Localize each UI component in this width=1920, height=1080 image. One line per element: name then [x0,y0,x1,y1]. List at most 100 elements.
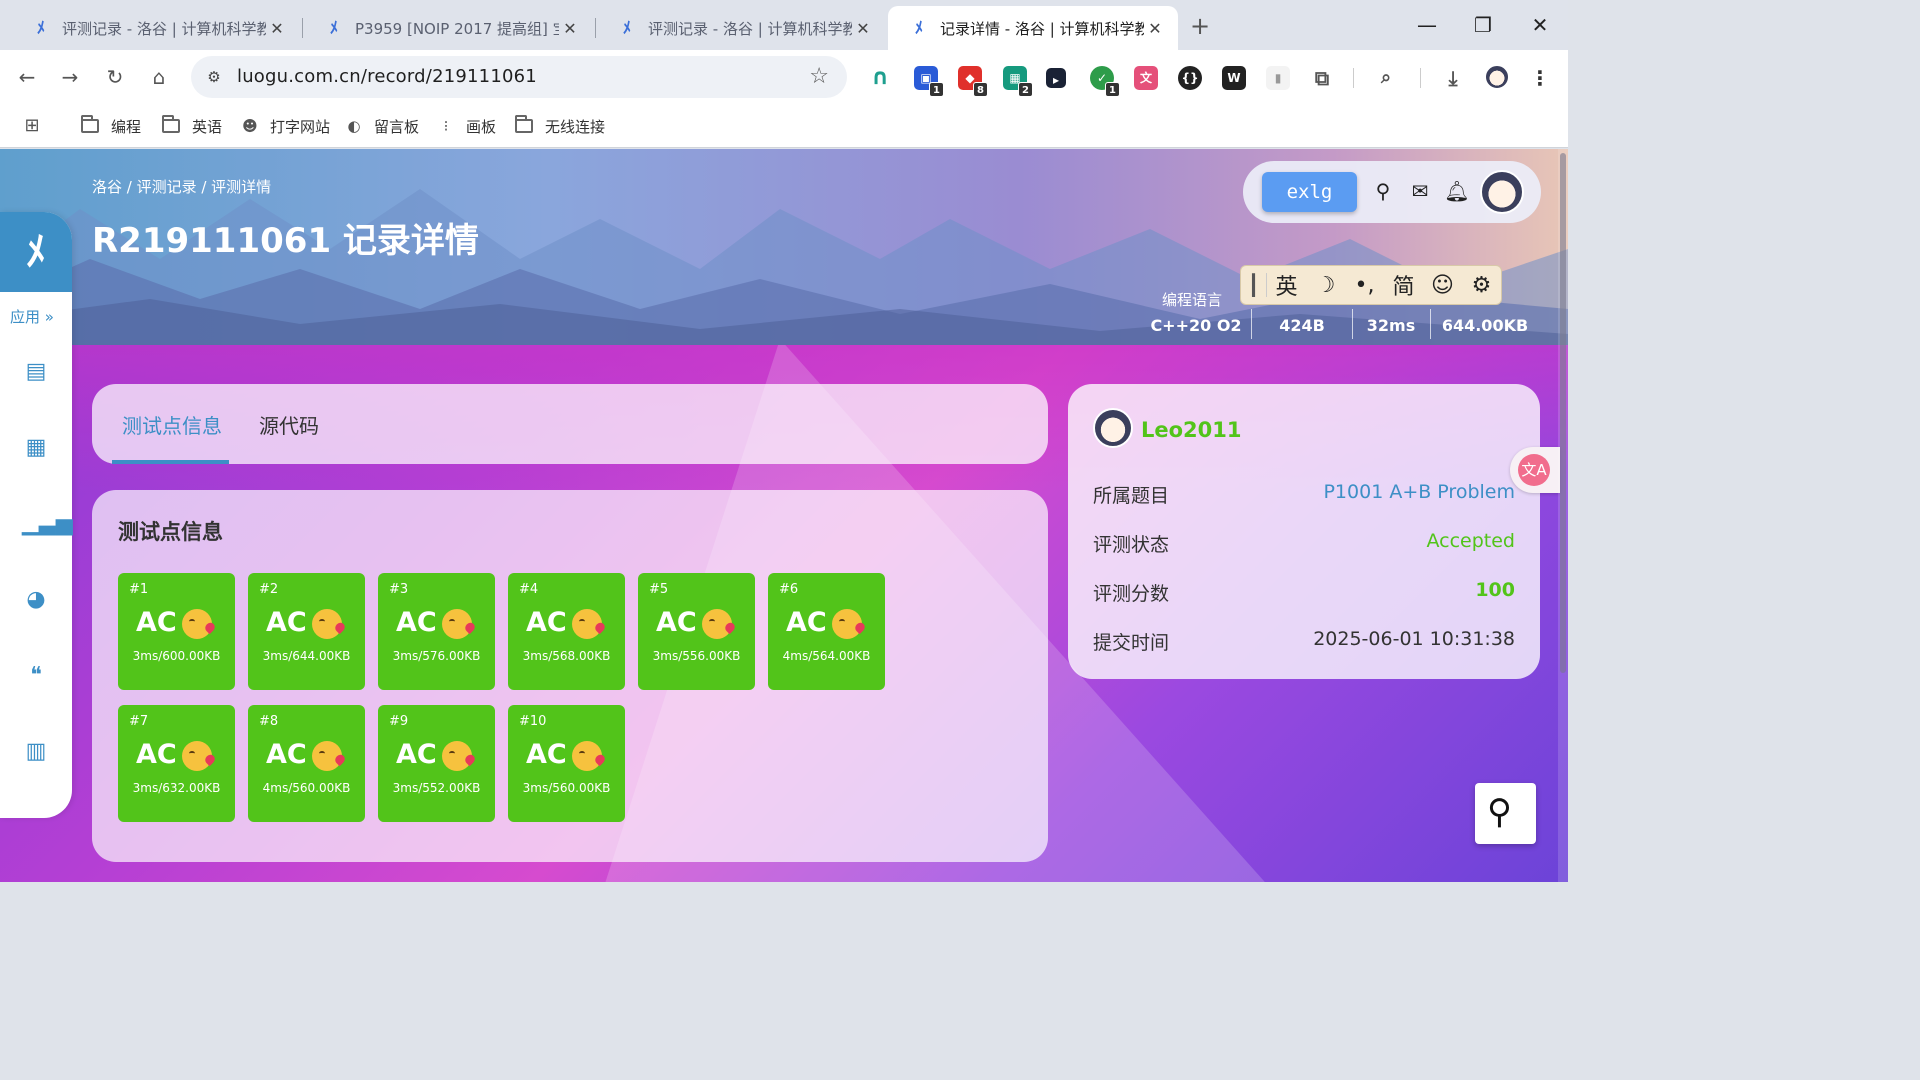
ime-toolbar: ┃ 英 ☽ •, 简 ☺ ⚙ [1240,265,1502,305]
ime-emoji-icon[interactable]: ☺ [1423,273,1462,298]
testcase-tile[interactable]: #9 AC 3ms/552.00KB [378,705,495,822]
apps-link[interactable]: 应用 » [10,306,54,327]
wiki-extension-icon[interactable]: W [1222,66,1246,90]
breadcrumb[interactable]: 洛谷 / 评测记录 / 评测详情 [92,176,271,197]
close-window-button[interactable]: ✕ [1520,10,1560,40]
tab-close-icon[interactable]: ✕ [266,19,288,38]
forward-arrow-icon[interactable]: → [55,62,85,92]
ime-settings-icon[interactable]: ⚙ [1462,273,1501,298]
tab-testcase-info[interactable]: 测试点信息 [122,410,222,439]
restore-button[interactable]: ❐ [1463,10,1503,40]
newspaper-icon[interactable]: ▥ [22,738,50,766]
dark-extension-icon[interactable]: ▸ [1046,68,1066,88]
problem-link[interactable]: P1001 A+B Problem [1323,481,1515,503]
kiss-emoji-icon [832,609,862,639]
luogu-logo[interactable]: ﾒ [0,212,72,292]
ime-language-toggle[interactable]: 英 [1267,269,1306,301]
pie-chart-icon[interactable]: ◕ [22,586,50,614]
bookmark-folder[interactable]: 编程 [81,114,141,138]
testcase-tile[interactable]: #8 AC 4ms/560.00KB [248,705,365,822]
tab-source-code[interactable]: 源代码 [259,410,319,439]
testcase-time-memory: 4ms/564.00KB [782,649,871,663]
url-text[interactable]: luogu.com.cn/record/219111061 [237,66,537,87]
back-arrow-icon[interactable]: ← [12,62,42,92]
browser-tab[interactable]: ﾒ P3959 [NOIP 2017 提高组] 宝 ✕ [303,6,593,50]
menu-kebab-icon[interactable]: ⋮ [1528,66,1552,90]
toolbar-divider [1353,68,1354,88]
info-key: 提交时间 [1093,632,1170,654]
info-key: 评测分数 [1093,583,1170,605]
extensions-puzzle-icon[interactable]: ⧉ [1310,66,1334,90]
testcase-tile[interactable]: #6 AC 4ms/564.00KB [768,573,885,690]
apps-grid-icon[interactable]: ⊞ [22,114,52,138]
kiss-emoji-icon [442,609,472,639]
book-icon[interactable]: ▤ [22,358,50,386]
bookmark-star-icon[interactable]: ☆ [809,64,829,89]
bookmark-link[interactable]: ⁝ 画板 [436,114,496,138]
ime-moon-icon[interactable]: ☽ [1306,273,1345,298]
shield-extension-icon[interactable]: ✓ 1 [1090,66,1120,97]
bookmark-link[interactable]: ◐ 留言板 [344,114,419,138]
tab-search-icon[interactable]: ⌕ [1374,66,1398,90]
ime-drag-handle[interactable]: ┃ [1241,273,1267,297]
page-title: R219111061 记录详情 [92,221,479,261]
luogu-favicon-icon: ﾒ [914,18,923,37]
folder-icon [81,115,99,133]
section-title: 测试点信息 [118,520,223,544]
testcase-tile[interactable]: #1 AC 3ms/600.00KB [118,573,235,690]
username-link[interactable]: Leo2011 [1141,418,1242,442]
translate-float-button[interactable]: 文A [1510,447,1560,493]
tab-close-icon[interactable]: ✕ [1144,19,1166,38]
status-value: Accepted [1426,530,1515,552]
search-float-button[interactable]: ⚲ [1475,783,1536,844]
info-row-submit-time: 提交时间 2025-06-01 10:31:38 [1093,628,1515,658]
profile-avatar[interactable] [1484,64,1510,90]
active-tab-indicator [112,460,229,464]
tab-close-icon[interactable]: ✕ [852,19,874,38]
search-icon[interactable]: ⚲ [1370,178,1396,204]
bookmark-folder[interactable]: 无线连接 [515,114,605,138]
scrollbar-thumb[interactable] [1560,153,1566,673]
scrollbar[interactable] [1558,149,1568,882]
download-icon[interactable]: ⤓ [1441,66,1465,90]
bell-icon[interactable]: 🔔︎ [1444,178,1470,204]
browser-tab[interactable]: ﾒ 评测记录 - 洛谷 | 计算机科学教 ✕ [596,6,886,50]
avatar[interactable] [1093,408,1133,448]
site-info-icon[interactable]: ⚙ [203,66,225,88]
bookmark-link[interactable]: ☻ 打字网站 [240,114,330,138]
signal-bars-icon[interactable]: ▁▃▅ [22,510,73,538]
bookmark-folder[interactable]: 英语 [162,114,222,138]
translate-extension-icon[interactable]: 文 [1134,66,1158,90]
testcase-status: AC [786,607,827,638]
magnifier-pin-icon: ⚲ [1487,792,1512,832]
address-bar[interactable]: ⚙ luogu.com.cn/record/219111061 ☆ [191,56,847,98]
testcase-tile[interactable]: #7 AC 3ms/632.00KB [118,705,235,822]
browser-tab-active[interactable]: ﾒ 记录详情 - 洛谷 | 计算机科学教 ✕ [888,6,1178,50]
ime-punctuation-icon[interactable]: •, [1345,273,1384,298]
red-extension-icon[interactable]: ◆ 8 [958,66,988,97]
reload-icon[interactable]: ↻ [100,62,130,92]
teal-extension-icon[interactable]: ▦ 2 [1003,66,1033,97]
mail-icon[interactable]: ✉ [1407,178,1433,204]
testcase-tile[interactable]: #2 AC 3ms/644.00KB [248,573,365,690]
testcase-id: #2 [259,582,279,597]
blue-extension-icon[interactable]: ▣ 1 [914,66,944,97]
ime-simplified-toggle[interactable]: 简 [1384,269,1423,301]
tab-close-icon[interactable]: ✕ [559,19,581,38]
home-icon[interactable]: ⌂ [144,62,174,92]
clipboard-icon[interactable]: ▦ [22,434,50,462]
code-extension-icon[interactable]: {} [1178,66,1202,90]
testcase-tile[interactable]: #5 AC 3ms/556.00KB [638,573,755,690]
testcase-tile[interactable]: #10 AC 3ms/560.00KB [508,705,625,822]
chart-extension-icon[interactable]: ▮ [1266,66,1290,90]
testcase-tile[interactable]: #4 AC 3ms/568.00KB [508,573,625,690]
chat-bubbles-icon[interactable]: ❝ [22,662,50,690]
minimize-button[interactable]: — [1407,10,1447,40]
arch-extension-icon[interactable]: ∩ [868,66,892,90]
avatar[interactable] [1480,170,1524,214]
luogu-favicon-icon: ﾒ [329,18,338,37]
testcase-tile[interactable]: #3 AC 3ms/576.00KB [378,573,495,690]
browser-tab[interactable]: ﾒ 评测记录 - 洛谷 | 计算机科学教 ✕ [10,6,300,50]
exlg-button[interactable]: exlg [1262,172,1357,212]
new-tab-button[interactable]: + [1186,12,1214,40]
